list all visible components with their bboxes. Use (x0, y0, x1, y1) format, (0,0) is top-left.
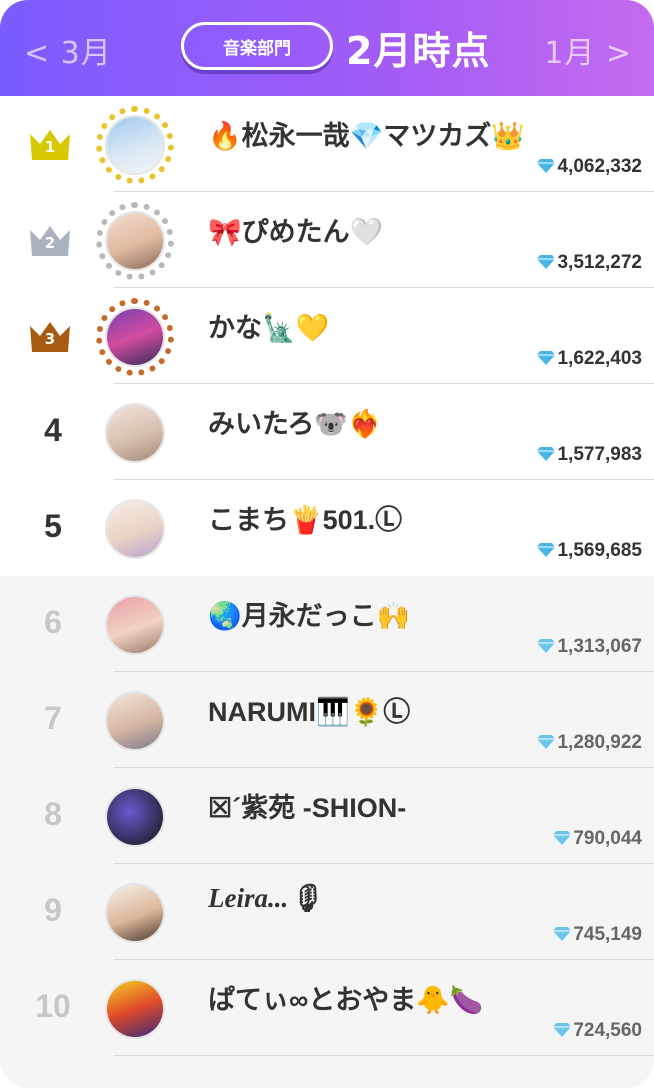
diamond-icon (537, 159, 556, 173)
avatar[interactable] (96, 298, 174, 376)
category-button[interactable]: 音楽部門 (181, 22, 333, 70)
silver-crown-icon: 2 (28, 222, 72, 258)
avatar[interactable] (100, 398, 170, 468)
ranking-row[interactable]: 3 かな🗽💛 1,622,403 (0, 288, 654, 384)
diamond-score: 1,569,685 (537, 540, 642, 562)
ranking-row[interactable]: 10 ぱてぃ∞とおやま🐥🍆 724,560 (0, 960, 654, 1056)
score-value: 1,313,067 (557, 636, 642, 657)
diamond-score: 724,560 (553, 1020, 642, 1042)
rank-number: 6 (44, 604, 62, 640)
ranking-row[interactable]: 6 🌏月永だっこ🙌 1,313,067 (0, 576, 654, 672)
gold-crown-icon: 1 (28, 126, 72, 162)
diamond-icon (537, 447, 556, 461)
diamond-icon (553, 927, 572, 941)
score-value: 1,622,403 (557, 348, 642, 369)
user-name: 🎀ぴめたん🤍 (208, 217, 384, 247)
user-name: NARUMI🎹🌻Ⓛ (208, 697, 411, 727)
row-divider (114, 1055, 654, 1056)
diamond-icon (553, 831, 572, 845)
diamond-icon (537, 543, 556, 557)
diamond-score: 790,044 (553, 828, 642, 850)
avatar[interactable] (96, 106, 174, 184)
diamond-icon (553, 1023, 572, 1037)
avatar[interactable] (100, 782, 170, 852)
ranking-row[interactable]: 4 みいたろ🐨❤️‍🔥 1,577,983 (0, 384, 654, 480)
diamond-score: 3,512,272 (537, 252, 642, 274)
diamond-score: 1,622,403 (537, 348, 642, 370)
user-name: Leira...🎙 (208, 883, 323, 913)
ranking-header: < 3月 音楽部門 2月時点 1月 > (0, 0, 654, 96)
ranking-row[interactable]: 2 🎀ぴめたん🤍 3,512,272 (0, 192, 654, 288)
ranking-card: < 3月 音楽部門 2月時点 1月 > 1 🔥松永一哉💎マツカズ👑 4,062,… (0, 0, 654, 1088)
score-value: 1,280,922 (557, 732, 642, 753)
rank-number: 8 (44, 796, 62, 832)
score-value: 1,569,685 (557, 540, 642, 561)
user-name: ぱてぃ∞とおやま🐥🍆 (208, 985, 484, 1015)
score-value: 790,044 (573, 828, 642, 849)
avatar[interactable] (100, 974, 170, 1044)
user-name: かな🗽💛 (208, 313, 330, 343)
user-name: みいたろ🐨❤️‍🔥 (208, 409, 382, 439)
user-name: 🌏月永だっこ🙌 (208, 601, 411, 631)
user-name: 🔥松永一哉💎マツカズ👑 (208, 121, 525, 151)
rank-number: 5 (44, 508, 62, 544)
next-month-button[interactable]: 1月 > (544, 28, 632, 72)
avatar[interactable] (96, 202, 174, 280)
rank-number: 7 (44, 700, 62, 736)
diamond-icon (537, 639, 556, 653)
rank-number: 3 (44, 330, 56, 348)
score-value: 724,560 (573, 1020, 642, 1041)
ranking-row[interactable]: 9 Leira...🎙 745,149 (0, 864, 654, 960)
diamond-score: 745,149 (553, 924, 642, 946)
ranking-row[interactable]: 8 ☒´紫苑 -SHION- 790,044 (0, 768, 654, 864)
diamond-score: 1,577,983 (537, 444, 642, 466)
rank-number: 2 (44, 234, 56, 252)
ranking-row[interactable]: 7 NARUMI🎹🌻Ⓛ 1,280,922 (0, 672, 654, 768)
user-name: こまち🍟501.Ⓛ (208, 505, 403, 535)
diamond-score: 1,313,067 (537, 636, 642, 658)
score-value: 1,577,983 (557, 444, 642, 465)
score-value: 4,062,332 (557, 156, 642, 177)
diamond-score: 1,280,922 (537, 732, 642, 754)
bronze-crown-icon: 3 (28, 318, 72, 354)
score-value: 745,149 (573, 924, 642, 945)
ranking-row[interactable]: 5 こまち🍟501.Ⓛ 1,569,685 (0, 480, 654, 576)
period-title: 2月時点 (346, 29, 491, 73)
score-value: 3,512,272 (557, 252, 642, 273)
rank-number: 1 (44, 138, 56, 156)
diamond-icon (537, 735, 556, 749)
rank-number: 9 (44, 892, 62, 928)
avatar[interactable] (100, 686, 170, 756)
prev-month-button[interactable]: < 3月 (24, 28, 112, 72)
diamond-icon (537, 255, 556, 269)
rank-number: 10 (35, 988, 71, 1024)
diamond-icon (537, 351, 556, 365)
avatar[interactable] (100, 590, 170, 660)
avatar[interactable] (100, 878, 170, 948)
rank-number: 4 (44, 412, 62, 448)
diamond-score: 4,062,332 (537, 156, 642, 178)
ranking-row[interactable]: 1 🔥松永一哉💎マツカズ👑 4,062,332 (0, 96, 654, 192)
avatar[interactable] (100, 494, 170, 564)
user-name: ☒´紫苑 -SHION- (208, 793, 407, 823)
